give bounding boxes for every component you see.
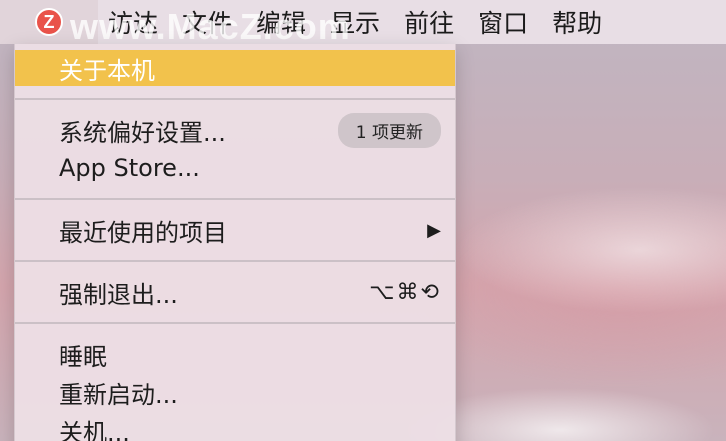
menu-item-about-label: 关于本机 bbox=[59, 56, 155, 85]
menu-edit[interactable]: 编辑 bbox=[246, 4, 320, 40]
apple-dropdown-menu: 关于本机 系统偏好设置... 1 项更新 App Store... 最近使用的项… bbox=[14, 44, 456, 441]
menu-bar: Z 访达 文件 编辑 显示 前往 窗口 帮助 bbox=[0, 0, 726, 44]
menu-item-about[interactable]: 关于本机 bbox=[15, 50, 455, 86]
menu-view[interactable]: 显示 bbox=[320, 4, 394, 40]
submenu-arrow-icon: ▶ bbox=[427, 219, 441, 241]
menu-item-restart[interactable]: 重新启动... bbox=[15, 374, 455, 410]
menu-item-force-quit-label: 强制退出... bbox=[59, 280, 178, 309]
menu-go[interactable]: 前往 bbox=[394, 4, 468, 40]
menu-finder[interactable]: 访达 bbox=[98, 4, 172, 40]
menu-file[interactable]: 文件 bbox=[172, 4, 246, 40]
logo-icon: Z bbox=[35, 8, 63, 36]
menu-help[interactable]: 帮助 bbox=[542, 4, 616, 40]
update-badge: 1 项更新 bbox=[337, 112, 441, 148]
menu-item-force-quit[interactable]: 强制退出... ⌥⌘⟲ bbox=[15, 274, 455, 310]
menu-item-sleep[interactable]: 睡眠 bbox=[15, 336, 455, 372]
force-quit-shortcut: ⌥⌘⟲ bbox=[369, 279, 441, 305]
menu-separator bbox=[15, 198, 455, 200]
menu-window[interactable]: 窗口 bbox=[468, 4, 542, 40]
menu-item-app-store-label: App Store... bbox=[59, 154, 200, 182]
menu-item-recent-items-label: 最近使用的项目 bbox=[59, 218, 227, 247]
menu-item-app-store[interactable]: App Store... bbox=[15, 150, 455, 186]
menu-item-system-preferences[interactable]: 系统偏好设置... 1 项更新 bbox=[15, 112, 455, 148]
menu-item-shutdown[interactable]: 关机... bbox=[15, 412, 455, 441]
menu-separator bbox=[15, 260, 455, 262]
apple-menu-button[interactable]: Z bbox=[0, 0, 98, 44]
menu-item-recent-items[interactable]: 最近使用的项目 ▶ bbox=[15, 212, 455, 248]
menu-item-shutdown-label: 关机... bbox=[59, 418, 130, 441]
menu-item-sleep-label: 睡眠 bbox=[59, 342, 107, 371]
menu-separator bbox=[15, 322, 455, 324]
menu-separator bbox=[15, 98, 455, 100]
menu-item-restart-label: 重新启动... bbox=[59, 380, 178, 409]
menu-item-system-preferences-label: 系统偏好设置... bbox=[59, 118, 226, 147]
